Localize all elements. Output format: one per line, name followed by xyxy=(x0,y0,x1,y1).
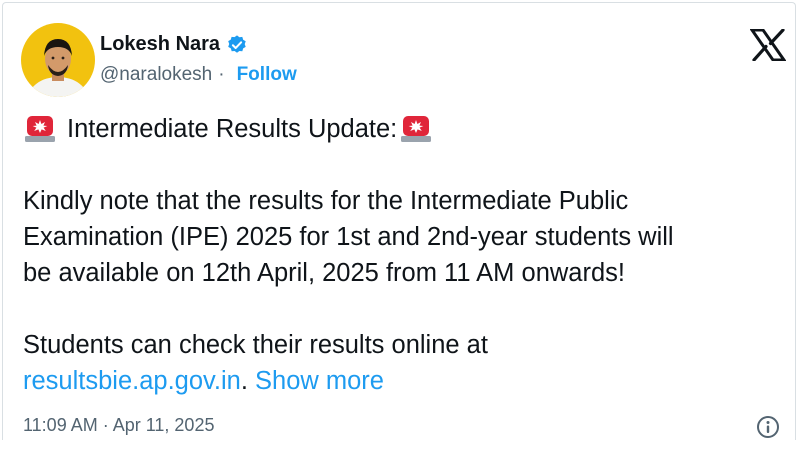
paragraph-line: Examination (IPE) 2025 for 1st and 2nd-y… xyxy=(23,223,674,251)
author-handle[interactable]: @naralokesh xyxy=(100,64,212,86)
follow-button[interactable]: Follow xyxy=(237,64,297,86)
post-card: Lokesh Nara @naralokesh · Follow Interme… xyxy=(2,2,796,440)
avatar-image xyxy=(21,23,95,97)
author-name[interactable]: Lokesh Nara xyxy=(100,33,220,56)
paragraph-line: Students can check their results online … xyxy=(23,331,488,359)
author-name-row: Lokesh Nara xyxy=(100,33,248,56)
verified-badge-icon xyxy=(226,34,248,56)
link-line: resultsbie.ap.gov.in. Show more xyxy=(23,363,793,399)
post-heading-line: Intermediate Results Update: xyxy=(23,111,793,147)
separator-dot: · xyxy=(218,64,225,85)
post-heading: Intermediate Results Update: xyxy=(67,115,398,143)
post-timestamp[interactable]: 11:09 AM · Apr 11, 2025 xyxy=(23,415,214,436)
info-icon[interactable] xyxy=(755,414,781,440)
results-link[interactable]: resultsbie.ap.gov.in xyxy=(23,363,241,399)
post-text: Intermediate Results Update: Kindly note… xyxy=(23,111,793,399)
paragraph-line: Kindly note that the results for the Int… xyxy=(23,187,629,215)
avatar[interactable] xyxy=(21,23,95,97)
link-period: . xyxy=(240,367,248,395)
police-light-icon xyxy=(23,112,57,146)
police-light-icon xyxy=(399,112,433,146)
author-handle-row: @naralokesh · Follow xyxy=(100,64,297,86)
paragraph-line: be available on 12th April, 2025 from 11… xyxy=(23,259,625,287)
x-logo-icon[interactable] xyxy=(749,28,787,62)
show-more-link[interactable]: Show more xyxy=(255,363,384,399)
